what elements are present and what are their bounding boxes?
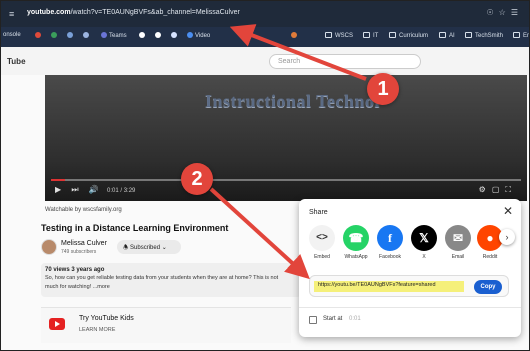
bookmark-classroom-icon[interactable] xyxy=(67,32,75,39)
description-box[interactable]: 70 views 3 years ago So, how can you get… xyxy=(41,263,301,297)
video-overlay-title: Instructional Technol xyxy=(205,91,381,111)
start-time-field[interactable]: 0:01 xyxy=(349,316,361,322)
search-input[interactable]: Search xyxy=(269,54,421,69)
share-link-field[interactable]: https://youtu.be/TE0AUNgBVFs?feature=sha… xyxy=(309,275,509,297)
share-embed-button[interactable]: <> Embed xyxy=(305,225,339,260)
description-more[interactable]: much for watching! ...more xyxy=(45,283,297,291)
channel-name[interactable]: Melissa Culver xyxy=(61,240,107,247)
kids-title: Try YouTube Kids xyxy=(79,315,134,322)
start-at-label: Start at xyxy=(323,316,343,322)
share-option-label: WhatsApp xyxy=(344,254,368,260)
youtube-header: Tube Search xyxy=(1,47,529,75)
site-settings-icon[interactable]: ≡ xyxy=(9,9,19,19)
watchable-notice: Watchable by wscsfamily.org xyxy=(45,207,122,213)
video-stats: 70 views 3 years ago xyxy=(45,267,105,273)
screenshot-frame: ≡ youtube.com/watch?v=TE0AUNgBVFs&ab_cha… xyxy=(0,0,530,351)
share-option-label: Reddit xyxy=(482,254,498,260)
learn-more-link[interactable]: LEARN MORE xyxy=(79,327,115,333)
close-icon[interactable]: ✕ xyxy=(503,204,513,218)
chevron-right-icon[interactable]: › xyxy=(499,229,515,245)
play-icon[interactable]: ▶ xyxy=(55,185,61,194)
next-icon[interactable]: ⏭ xyxy=(71,185,78,194)
bookmark-item[interactable]: onsole xyxy=(3,32,21,38)
description-text: So, how can you get reliable testing dat… xyxy=(45,275,279,281)
share-option-label: X xyxy=(422,254,426,260)
subscriber-count: 749 subscribers xyxy=(61,249,97,255)
bookmarks-bar: onsole Teams Video WSCS IT Curriculum AI… xyxy=(1,27,529,47)
divider xyxy=(299,307,521,308)
bookmark-app-icon[interactable] xyxy=(139,32,147,39)
share-email-button[interactable]: ✉ Email xyxy=(441,225,475,260)
youtube-kids-icon xyxy=(49,318,65,330)
time-display: 0:01 / 3:29 xyxy=(107,188,136,194)
bookmark-teams[interactable]: Teams xyxy=(101,32,127,39)
video-title: Testing in a Distance Learning Environme… xyxy=(41,223,229,233)
share-link-text[interactable]: https://youtu.be/TE0AUNgBVFs?feature=sha… xyxy=(318,282,436,288)
bookmark-folder-wscs[interactable]: WSCS xyxy=(325,32,353,39)
subscribed-button[interactable]: 🕭 Subscribed ⌄ xyxy=(117,240,181,254)
player-controls: ▶ ⏭ 🔊 0:01 / 3:29 xyxy=(55,185,135,195)
bookmark-folder-curriculum[interactable]: Curriculum xyxy=(389,32,428,39)
youtube-kids-promo: Try YouTube Kids LEARN MORE xyxy=(41,307,291,343)
share-option-label: Facebook xyxy=(379,254,401,260)
share-option-label: Email xyxy=(451,254,465,260)
bookmark-app-icon[interactable] xyxy=(291,32,299,39)
address-bar[interactable]: ≡ youtube.com/watch?v=TE0AUNgBVFs&ab_cha… xyxy=(1,1,529,27)
bookmark-folder-techsmith[interactable]: TechSmith xyxy=(465,32,503,39)
embed-icon: <> xyxy=(309,225,335,251)
bookmark-video[interactable]: Video xyxy=(187,32,210,39)
facebook-icon: f xyxy=(377,225,403,251)
bookmark-folder-it[interactable]: IT xyxy=(363,32,378,39)
player-settings-icons[interactable]: ⚙▢⛶ xyxy=(479,185,517,195)
share-facebook-button[interactable]: f Facebook xyxy=(373,225,407,260)
volume-icon[interactable]: 🔊 xyxy=(89,185,99,194)
avatar[interactable] xyxy=(41,239,57,255)
copy-button[interactable]: Copy xyxy=(474,280,502,294)
whatsapp-icon: ☎ xyxy=(343,225,369,251)
bookmark-drive-icon[interactable] xyxy=(51,32,59,39)
url-text[interactable]: youtube.com/watch?v=TE0AUNgBVFs&ab_chann… xyxy=(27,9,240,16)
browser-actions-icon[interactable]: ☉☆☰ xyxy=(486,8,523,17)
bookmark-folder-more[interactable]: Er xyxy=(513,32,529,39)
video-player[interactable]: Instructional Technol ▶ ⏭ 🔊 0:01 / 3:29 … xyxy=(45,75,527,201)
share-title: Share xyxy=(309,209,328,216)
share-dialog: Share ✕ <> Embed ☎ WhatsApp f Facebook 𝕏… xyxy=(299,199,521,337)
x-icon: 𝕏 xyxy=(411,225,437,251)
bookmark-app-icon[interactable] xyxy=(171,32,179,39)
annotation-badge-1: 1 xyxy=(367,73,399,105)
share-whatsapp-button[interactable]: ☎ WhatsApp xyxy=(339,225,373,260)
bookmark-docs-icon[interactable] xyxy=(83,32,91,39)
bookmark-app-icon[interactable] xyxy=(155,32,163,39)
bookmark-gmail-icon[interactable] xyxy=(35,32,43,39)
annotation-badge-2: 2 xyxy=(181,163,213,195)
share-x-button[interactable]: 𝕏 X xyxy=(407,225,441,260)
share-option-label: Embed xyxy=(314,254,330,260)
start-at-checkbox[interactable] xyxy=(309,316,317,324)
email-icon: ✉ xyxy=(445,225,471,251)
progress-fill xyxy=(51,179,66,181)
youtube-logo[interactable]: Tube xyxy=(7,57,26,66)
bookmark-folder-ai[interactable]: AI xyxy=(439,32,455,39)
progress-bar[interactable] xyxy=(51,179,521,181)
bell-icon: 🕭 xyxy=(123,245,129,251)
